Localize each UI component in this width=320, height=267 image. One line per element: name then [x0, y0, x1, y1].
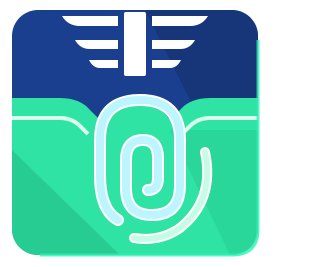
icon-stage [0, 0, 270, 267]
app-icon [12, 10, 260, 257]
